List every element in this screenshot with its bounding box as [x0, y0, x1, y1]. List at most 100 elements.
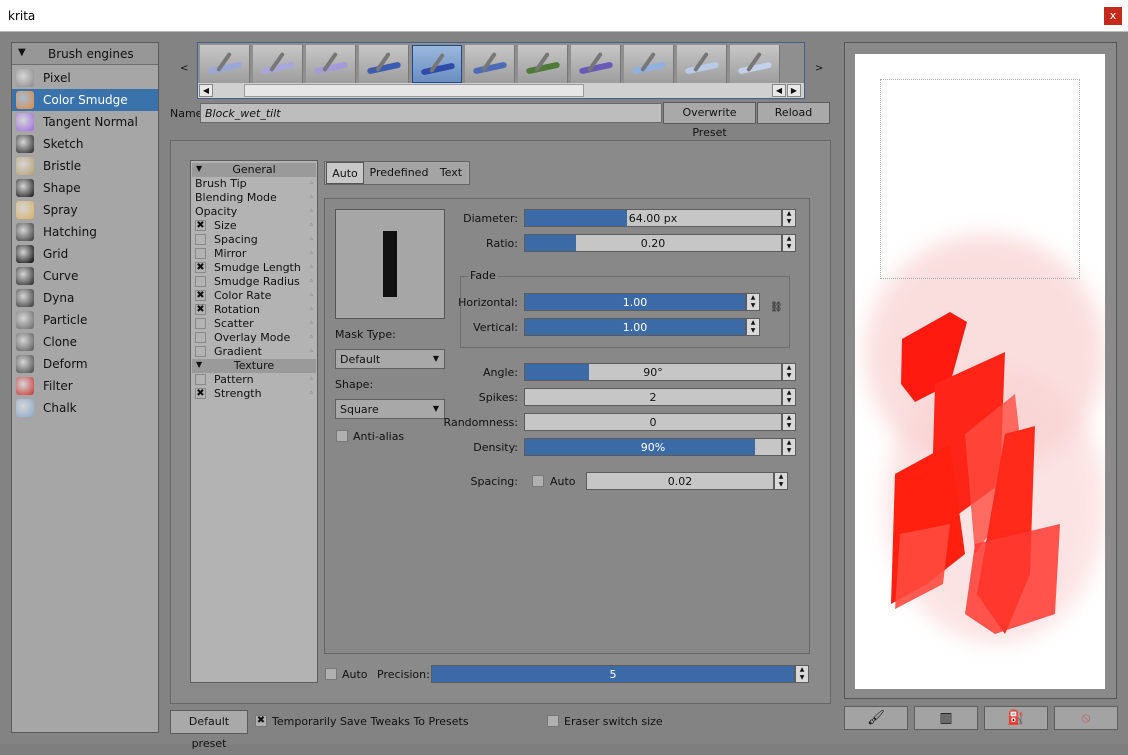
scroll-right-button[interactable]: ▶ — [787, 84, 801, 97]
lock-icon[interactable]: ▵ — [309, 276, 313, 284]
angle-spin[interactable]: ▲ ▼ — [782, 363, 796, 381]
option-checkbox[interactable] — [195, 276, 206, 287]
spikes-slider[interactable]: 2 — [524, 388, 782, 406]
density-spin[interactable]: ▲ ▼ — [782, 438, 796, 456]
diameter-spin[interactable]: ▲ ▼ — [782, 209, 796, 227]
close-button[interactable]: x — [1104, 7, 1122, 25]
engine-item-bristle[interactable]: Bristle — [12, 155, 158, 177]
lock-icon[interactable]: ▵ — [309, 220, 313, 228]
engine-item-pixel[interactable]: Pixel — [12, 67, 158, 89]
precision-slider[interactable]: 5 — [431, 665, 795, 683]
engine-item-tangent-normal[interactable]: Tangent Normal — [12, 111, 158, 133]
option-strength[interactable]: ✖ Strength ▵ — [195, 387, 315, 401]
option-checkbox[interactable] — [195, 374, 206, 385]
density-slider[interactable]: 90% — [524, 438, 782, 456]
engine-item-particle[interactable]: Particle — [12, 309, 158, 331]
preset-next-arrow[interactable]: > — [815, 63, 823, 74]
option-color-rate[interactable]: ✖ Color Rate ▵ — [195, 289, 315, 303]
spacing-slider[interactable]: 0.02 — [586, 472, 774, 490]
spacing-auto-checkbox[interactable] — [532, 475, 544, 487]
engine-item-hatching[interactable]: Hatching — [12, 221, 158, 243]
option-pattern[interactable]: Pattern ▵ — [195, 373, 315, 387]
brush-engines-header[interactable]: ▼ Brush engines — [12, 43, 158, 65]
section-texture[interactable]: ▼ Texture — [192, 359, 316, 373]
option-overlay-mode[interactable]: Overlay Mode ▵ — [195, 331, 315, 345]
option-checkbox[interactable]: ✖ — [195, 304, 206, 315]
section-general[interactable]: ▼ General — [192, 163, 316, 177]
horizontal-spin[interactable]: ▲ ▼ — [746, 293, 760, 311]
default-preset-button[interactable]: Default preset — [170, 710, 248, 750]
lock-icon[interactable]: ▵ — [309, 346, 313, 354]
option-smudge-radius[interactable]: Smudge Radius ▵ — [195, 275, 315, 289]
lock-icon[interactable]: ▵ — [309, 234, 313, 242]
engine-item-shape[interactable]: Shape — [12, 177, 158, 199]
engine-item-deform[interactable]: Deform — [12, 353, 158, 375]
option-opacity[interactable]: Opacity ▵ — [195, 205, 315, 219]
lock-icon[interactable]: ▵ — [309, 374, 313, 382]
option-mirror[interactable]: Mirror ▵ — [195, 247, 315, 261]
preset-thumbnail[interactable] — [518, 45, 568, 83]
ratio-slider[interactable]: 0.20 — [524, 234, 782, 252]
engine-item-sketch[interactable]: Sketch — [12, 133, 158, 155]
preset-name-input[interactable]: Block_wet_tilt — [200, 103, 662, 123]
anti-alias-checkbox[interactable] — [336, 430, 348, 442]
preset-prev-arrow[interactable]: < — [180, 63, 188, 74]
preset-thumbnail[interactable] — [253, 45, 303, 83]
option-spacing[interactable]: Spacing ▵ — [195, 233, 315, 247]
lock-icon[interactable]: ▵ — [309, 304, 313, 312]
preset-thumbnail[interactable] — [624, 45, 674, 83]
preset-thumbnail[interactable] — [359, 45, 409, 83]
preset-scrollbar[interactable]: ◀ ◀ ▶ — [198, 83, 804, 98]
preset-thumbnail[interactable] — [412, 45, 462, 83]
scroll-left-button-2[interactable]: ◀ — [772, 84, 786, 97]
link-chain-icon[interactable]: ⛓ — [770, 302, 783, 314]
lock-icon[interactable]: ▵ — [309, 248, 313, 256]
preset-thumbnail[interactable] — [730, 45, 780, 83]
tab-text[interactable]: Text — [433, 162, 469, 184]
option-size[interactable]: ✖ Size ▵ — [195, 219, 315, 233]
engine-item-dyna[interactable]: Dyna — [12, 287, 158, 309]
option-checkbox[interactable]: ✖ — [195, 220, 206, 231]
vertical-slider[interactable]: 1.00 — [524, 318, 746, 336]
overwrite-preset-button[interactable]: Overwrite Preset — [663, 102, 756, 139]
reload-button[interactable]: Reload — [757, 102, 830, 124]
option-checkbox[interactable] — [195, 346, 206, 357]
option-rotation[interactable]: ✖ Rotation ▵ — [195, 303, 315, 317]
tab-auto[interactable]: Auto — [326, 162, 364, 184]
horizontal-slider[interactable]: 1.00 — [524, 293, 746, 311]
lock-icon[interactable]: ▵ — [309, 290, 313, 298]
option-gradient[interactable]: Gradient ▵ — [195, 345, 315, 359]
option-checkbox[interactable] — [195, 234, 206, 245]
scroll-thumb[interactable] — [244, 84, 584, 97]
tab-predefined[interactable]: Predefined — [367, 162, 431, 184]
engine-item-chalk[interactable]: Chalk — [12, 397, 158, 419]
preset-thumbnail[interactable] — [677, 45, 727, 83]
engine-item-grid[interactable]: Grid — [12, 243, 158, 265]
eraser-switch-checkbox[interactable] — [547, 715, 559, 727]
option-checkbox[interactable]: ✖ — [195, 388, 206, 399]
lock-icon[interactable]: ▵ — [309, 206, 313, 214]
option-smudge-length[interactable]: ✖ Smudge Length ▵ — [195, 261, 315, 275]
preset-thumbnail[interactable] — [306, 45, 356, 83]
preset-thumbnail[interactable] — [571, 45, 621, 83]
precision-spin[interactable]: ▲ ▼ — [795, 665, 809, 683]
preset-thumbnail[interactable] — [465, 45, 515, 83]
option-brush-tip[interactable]: Brush Tip ▵ — [195, 177, 315, 191]
lock-icon[interactable]: ▵ — [309, 178, 313, 186]
lock-icon[interactable]: ▵ — [309, 318, 313, 326]
brush-button[interactable]: 🖌 — [844, 706, 908, 730]
option-checkbox[interactable] — [195, 248, 206, 259]
option-blending-mode[interactable]: Blending Mode ▵ — [195, 191, 315, 205]
paint-bucket-button[interactable]: ⛽ — [984, 706, 1048, 730]
scroll-left-button[interactable]: ◀ — [199, 84, 213, 97]
engine-item-clone[interactable]: Clone — [12, 331, 158, 353]
engine-item-curve[interactable]: Curve — [12, 265, 158, 287]
lock-icon[interactable]: ▵ — [309, 332, 313, 340]
option-checkbox[interactable]: ✖ — [195, 262, 206, 273]
option-checkbox[interactable] — [195, 318, 206, 329]
collapse-arrow-icon[interactable]: ▼ — [18, 47, 26, 58]
temp-save-checkbox[interactable]: ✖ — [255, 715, 267, 727]
lock-icon[interactable]: ▵ — [309, 192, 313, 200]
lock-icon[interactable]: ▵ — [309, 388, 313, 396]
diameter-slider[interactable]: 64.00 px — [524, 209, 782, 227]
